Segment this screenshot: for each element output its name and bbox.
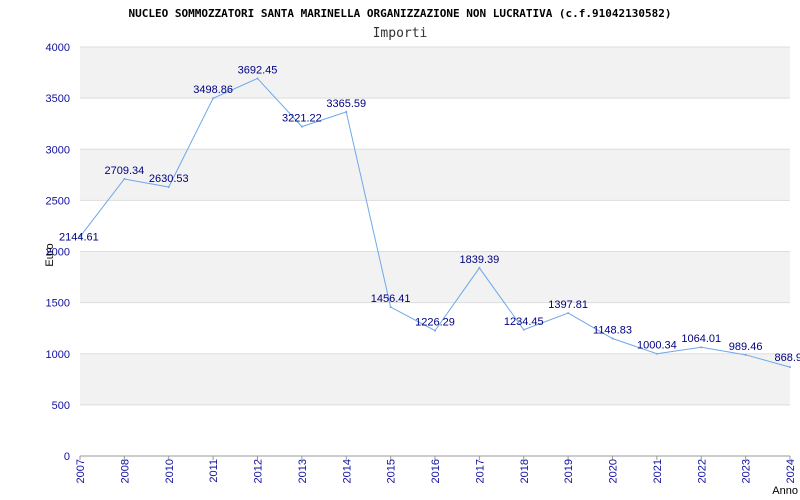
x-tick-label: 2017 bbox=[474, 459, 486, 483]
x-tick-label: 2020 bbox=[608, 459, 620, 483]
data-point bbox=[256, 77, 259, 80]
data-label: 2709.34 bbox=[104, 165, 144, 177]
y-tick-label: 3000 bbox=[46, 144, 70, 156]
y-tick-label: 1500 bbox=[46, 298, 70, 310]
x-tick-label: 2018 bbox=[519, 459, 531, 483]
y-tick-label: 4000 bbox=[46, 42, 70, 54]
x-tick-label: 2012 bbox=[253, 459, 265, 483]
x-tick-label: 2016 bbox=[430, 459, 442, 483]
plot-band bbox=[80, 251, 790, 303]
data-point bbox=[789, 366, 791, 369]
data-label: 1397.81 bbox=[548, 299, 588, 311]
y-tick-label: 1000 bbox=[46, 349, 70, 361]
data-point bbox=[567, 312, 570, 315]
chart-title: NUCLEO SOMMOZZATORI SANTA MARINELLA ORGA… bbox=[128, 7, 671, 20]
data-label: 2630.53 bbox=[149, 173, 189, 185]
data-point bbox=[655, 352, 658, 355]
data-point bbox=[389, 306, 392, 309]
x-tick-label: 2023 bbox=[741, 459, 753, 483]
y-tick-label: 3500 bbox=[46, 93, 70, 105]
data-point bbox=[434, 329, 436, 332]
data-point bbox=[478, 266, 481, 269]
x-tick-label: 2021 bbox=[652, 459, 664, 483]
data-label: 868.9 bbox=[774, 352, 800, 364]
data-label: 1064.01 bbox=[681, 333, 721, 345]
gridlines bbox=[80, 46, 790, 406]
data-point bbox=[123, 177, 126, 180]
x-tick-label: 2019 bbox=[563, 459, 575, 483]
x-tick-label: 2010 bbox=[164, 459, 176, 483]
x-tick-label: 2007 bbox=[75, 459, 87, 483]
data-label: 1148.83 bbox=[593, 325, 632, 337]
x-tick-label: 2014 bbox=[341, 459, 353, 483]
data-point bbox=[522, 328, 525, 331]
line-chart: NUCLEO SOMMOZZATORI SANTA MARINELLA ORGA… bbox=[44, 7, 800, 497]
x-tick-labels: 2007 2008 2010 2011 2012 2013 2014 2015 2016 2017… bbox=[75, 456, 797, 483]
x-tick-label: 2011 bbox=[208, 459, 220, 483]
data-label: 3221.22 bbox=[282, 113, 322, 125]
data-point bbox=[300, 125, 303, 128]
x-tick-label: 2015 bbox=[386, 459, 398, 483]
data-label: 989.46 bbox=[729, 341, 763, 353]
chart-subtitle: Importi bbox=[373, 26, 428, 41]
data-label: 1456.41 bbox=[371, 293, 411, 305]
data-point bbox=[700, 346, 703, 349]
data-point bbox=[167, 186, 170, 189]
data-label: 1000.34 bbox=[637, 340, 677, 352]
data-label: 3365.59 bbox=[326, 98, 366, 110]
data-label: 1226.29 bbox=[415, 317, 455, 329]
y-axis-label: Euro bbox=[44, 243, 56, 266]
plot-background-bands bbox=[80, 47, 790, 405]
y-tick-label: 2500 bbox=[46, 195, 70, 207]
data-point bbox=[611, 337, 614, 340]
y-tick-label: 0 bbox=[64, 451, 70, 463]
data-point bbox=[345, 110, 348, 113]
plot-band bbox=[80, 353, 790, 405]
plot-band bbox=[80, 47, 790, 99]
x-tick-label: 2013 bbox=[297, 459, 309, 483]
x-tick-label: 2024 bbox=[785, 459, 797, 483]
data-label: 3498.86 bbox=[193, 84, 233, 96]
data-label: 1234.45 bbox=[504, 316, 544, 328]
data-point bbox=[212, 97, 215, 100]
x-axis-label: Anno bbox=[772, 485, 798, 497]
data-labels: 2144.61 2709.34 2630.53 3498.86 3692.45 3221.… bbox=[59, 64, 800, 369]
x-tick-label: 2022 bbox=[696, 459, 708, 483]
data-label: 2144.61 bbox=[59, 232, 99, 244]
data-label: 3692.45 bbox=[238, 64, 278, 76]
data-point bbox=[744, 353, 747, 356]
y-tick-label: 500 bbox=[52, 400, 70, 412]
data-label: 1839.39 bbox=[459, 254, 499, 266]
x-tick-label: 2008 bbox=[119, 459, 131, 483]
